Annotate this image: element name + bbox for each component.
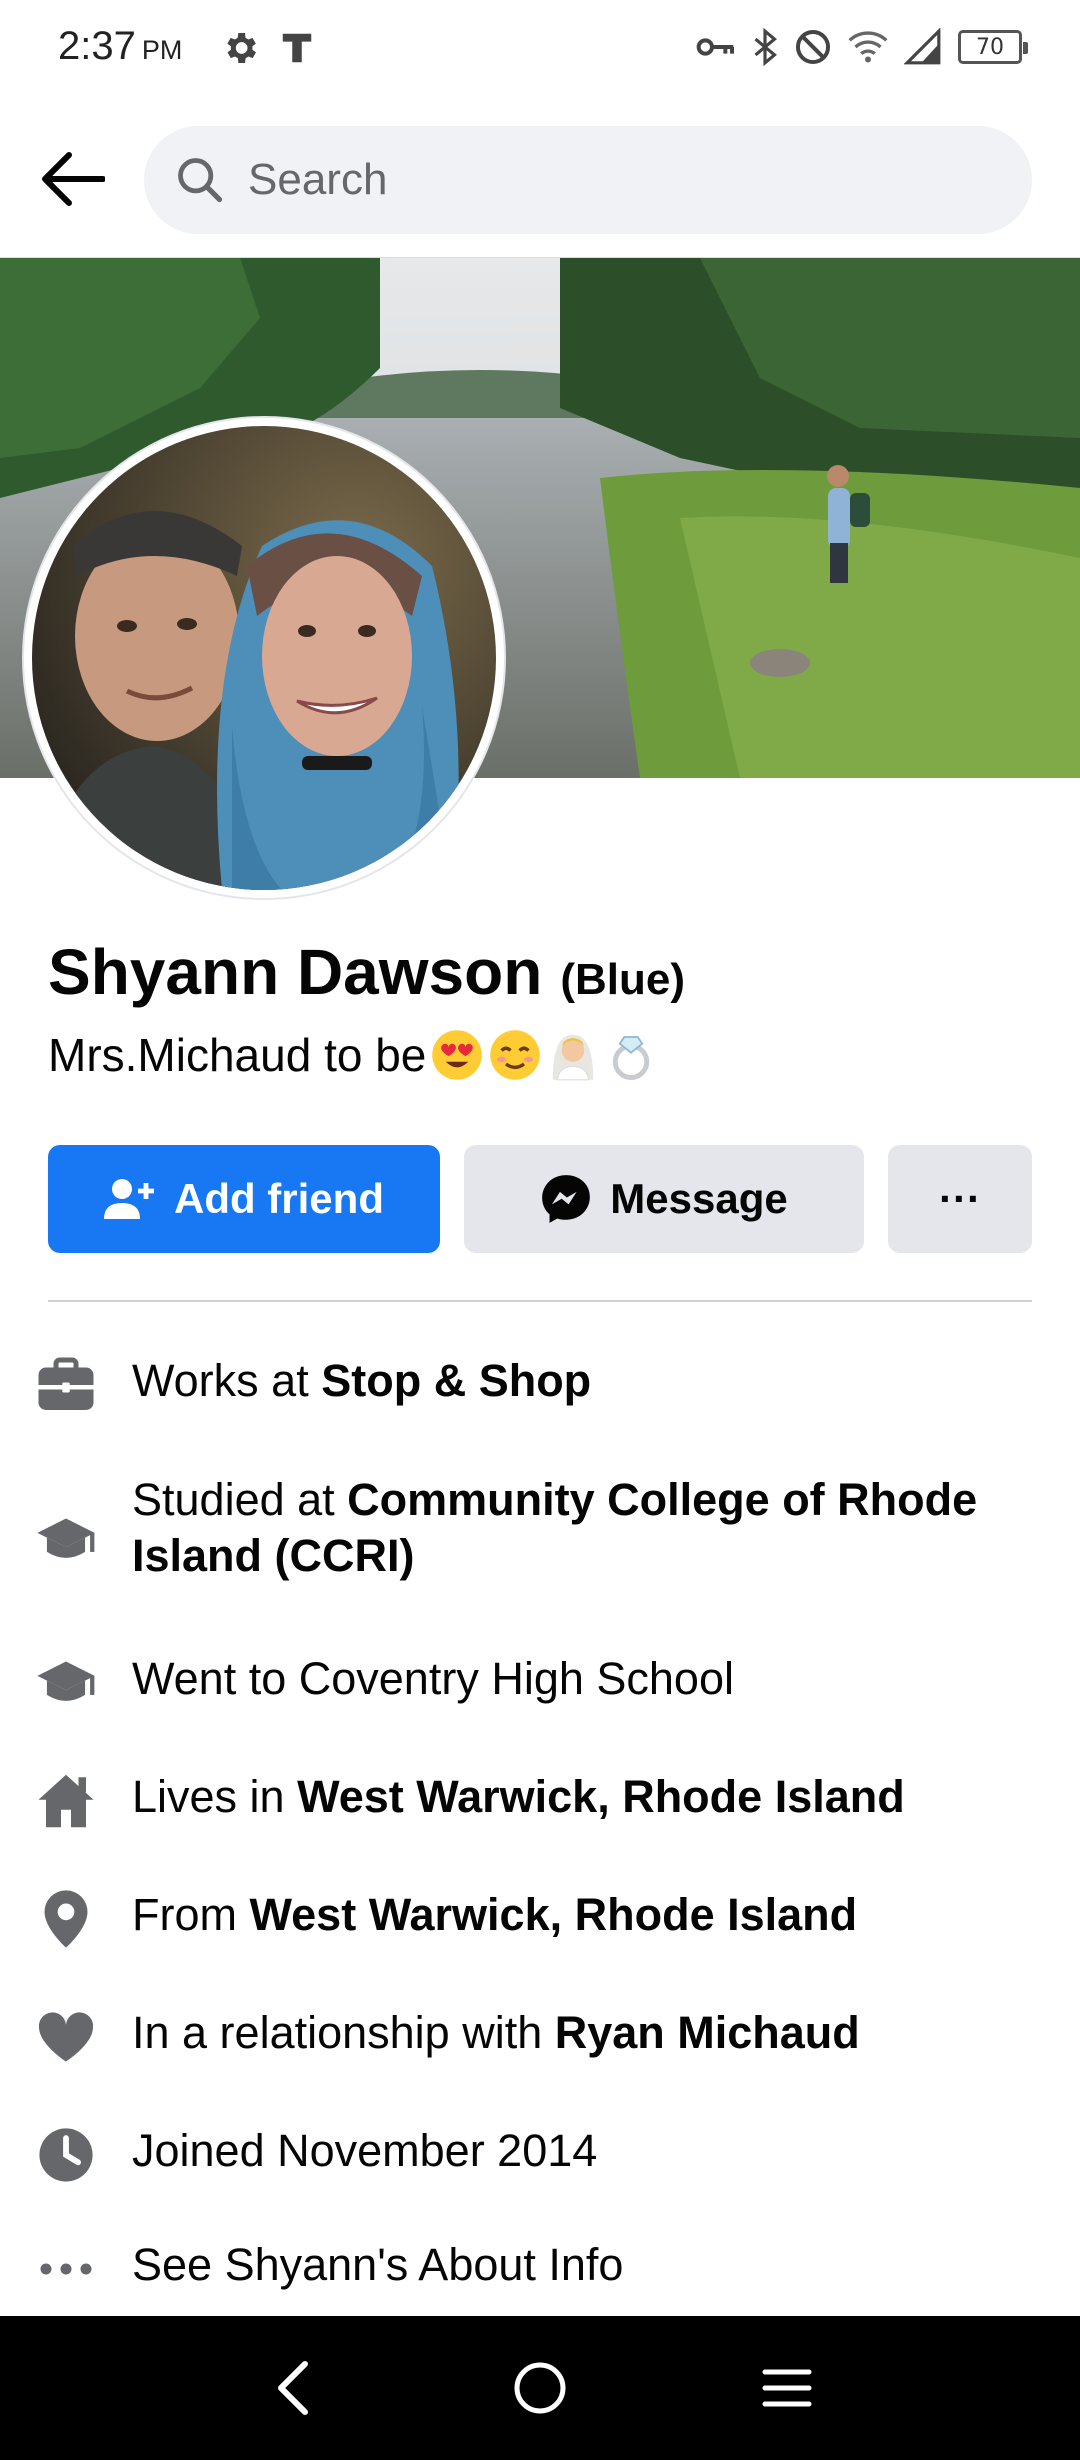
bio-emojis xyxy=(430,1028,658,1082)
add-friend-icon xyxy=(104,1179,154,1219)
info-lives-text: Lives in West Warwick, Rhode Island xyxy=(132,1769,1032,1825)
add-friend-button[interactable]: Add friend xyxy=(48,1145,440,1253)
more-options-label: ··· xyxy=(939,1175,981,1222)
see-about-info-text: See Shyann's About Info xyxy=(132,2239,624,2290)
profile-actions: Add friend Message ··· xyxy=(48,1145,1032,1253)
clock-icon xyxy=(34,2123,98,2187)
profile-bio: Mrs.Michaud to be xyxy=(48,1028,658,1082)
battery-icon: 70 xyxy=(958,30,1028,64)
graduation-cap-icon xyxy=(34,1508,98,1572)
status-time: 2:37 PM xyxy=(58,24,182,69)
top-bar: Search xyxy=(0,100,1080,258)
nav-recents-button[interactable] xyxy=(742,2343,832,2433)
nav-menu-icon xyxy=(762,2369,812,2407)
info-studied-text: Studied at Community College of Rhode Is… xyxy=(132,1472,1032,1584)
system-nav-bar xyxy=(0,2316,1080,2460)
info-highschool-text: Went to Coventry High School xyxy=(132,1653,734,1704)
wifi-icon xyxy=(848,31,888,63)
vpn-key-icon xyxy=(696,38,734,56)
work-place-link[interactable]: Stop & Shop xyxy=(321,1355,591,1406)
lives-prefix: Lives in xyxy=(132,1771,298,1822)
ring-emoji-icon xyxy=(613,1036,650,1080)
status-clock: 2:37 xyxy=(58,24,136,68)
more-dots-icon xyxy=(34,2237,98,2301)
bio-text: Mrs.Michaud to be xyxy=(48,1029,427,1081)
info-joined-text: Joined November 2014 xyxy=(132,2125,598,2176)
profile-picture[interactable] xyxy=(24,418,504,898)
lives-place-link[interactable]: West Warwick, Rhode Island xyxy=(297,1771,905,1822)
nav-back-button[interactable] xyxy=(248,2343,338,2433)
search-placeholder: Search xyxy=(248,155,388,204)
heart-icon xyxy=(34,2005,98,2069)
nav-home-icon xyxy=(514,2362,566,2414)
section-divider xyxy=(48,1300,1032,1302)
message-label: Message xyxy=(610,1175,788,1222)
status-left-icons xyxy=(220,28,316,68)
profile-name: Shyann Dawson xyxy=(48,936,543,1008)
from-prefix: From xyxy=(132,1889,250,1940)
bluetooth-icon xyxy=(754,28,777,66)
back-button[interactable] xyxy=(34,144,110,214)
home-icon xyxy=(34,1769,98,1833)
heart-eyes-emoji-icon xyxy=(432,1030,483,1080)
status-ampm: PM xyxy=(141,35,183,65)
nav-home-button[interactable] xyxy=(495,2343,585,2433)
cell-signal-icon xyxy=(904,28,941,65)
bride-emoji-icon xyxy=(553,1034,594,1081)
work-prefix: Works at xyxy=(132,1355,322,1406)
search-input[interactable]: Search xyxy=(144,126,1032,234)
info-relationship-text: In a relationship with Ryan Michaud xyxy=(132,2005,1032,2061)
more-options-button[interactable]: ··· xyxy=(888,1145,1032,1253)
relationship-person-link[interactable]: Ryan Michaud xyxy=(555,2007,860,2058)
message-button[interactable]: Message xyxy=(464,1145,864,1253)
profile-name-row: Shyann Dawson (Blue) xyxy=(48,935,685,1009)
settings-gear-icon xyxy=(227,33,256,63)
t-app-icon xyxy=(282,33,312,63)
graduation-cap-icon xyxy=(34,1651,98,1715)
back-arrow-icon xyxy=(42,152,105,206)
location-pin-icon xyxy=(34,1887,98,1951)
info-work-text: Works at Stop & Shop xyxy=(132,1353,1032,1409)
relationship-prefix: In a relationship with xyxy=(132,2007,555,2058)
nav-back-icon xyxy=(278,2361,309,2415)
studied-prefix: Studied at xyxy=(132,1474,348,1525)
from-place-link[interactable]: West Warwick, Rhode Island xyxy=(250,1889,858,1940)
info-from-text: From West Warwick, Rhode Island xyxy=(132,1887,1032,1943)
messenger-icon xyxy=(542,1175,591,1223)
smiling-face-emoji-icon xyxy=(490,1030,541,1080)
status-bar: 2:37 PM 70 xyxy=(0,0,1080,100)
briefcase-icon xyxy=(34,1353,98,1417)
do-not-disturb-icon xyxy=(795,29,831,65)
search-icon xyxy=(178,158,223,203)
add-friend-label: Add friend xyxy=(174,1175,384,1222)
status-right-icons: 70 xyxy=(696,28,1028,66)
profile-alt-name: (Blue) xyxy=(560,955,685,1004)
